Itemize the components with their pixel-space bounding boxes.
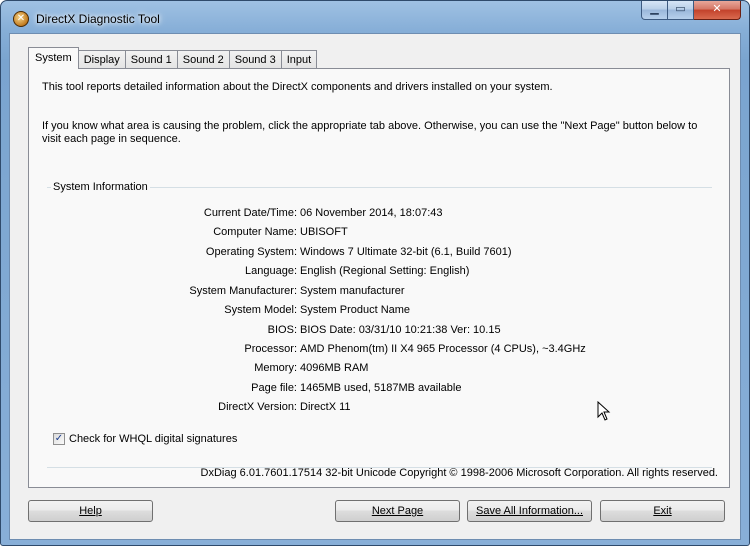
tab-sound-2[interactable]: Sound 2: [176, 50, 230, 69]
maximize-button[interactable]: ▭: [668, 1, 694, 20]
window-title: DirectX Diagnostic Tool: [36, 12, 160, 26]
next-page-button[interactable]: Next Page: [335, 500, 460, 522]
tab-sound-1[interactable]: Sound 1: [124, 50, 178, 69]
info-value: BIOS Date: 03/31/10 10:21:38 Ver: 10.15: [300, 324, 501, 336]
save-all-information-button[interactable]: Save All Information...: [467, 500, 592, 522]
info-row-directx-version: DirectX Version: DirectX 11: [29, 401, 729, 415]
info-label: Current Date/Time:: [203, 207, 297, 219]
intro-text: This tool reports detailed information a…: [42, 81, 553, 93]
client-area: System Display Sound 1 Sound 2 Sound 3 I…: [9, 33, 741, 540]
info-value: UBISOFT: [300, 226, 348, 238]
info-label: Operating System:: [205, 246, 297, 258]
info-row-date: Current Date/Time: 06 November 2014, 18:…: [29, 207, 729, 221]
info-row-bios: BIOS: BIOS Date: 03/31/10 10:21:38 Ver: …: [29, 324, 729, 338]
info-row-os: Operating System: Windows 7 Ultimate 32-…: [29, 246, 729, 260]
minimize-button[interactable]: ▁: [641, 1, 668, 20]
info-label: System Model:: [224, 304, 297, 316]
info-value: 4096MB RAM: [300, 362, 369, 374]
info-row-memory: Memory: 4096MB RAM: [29, 362, 729, 376]
info-value: 1465MB used, 5187MB available: [300, 382, 462, 394]
system-info-heading: System Information: [51, 181, 150, 193]
info-row-model: System Model: System Product Name: [29, 304, 729, 318]
directx-icon: ✕: [13, 11, 29, 27]
close-button[interactable]: ✕: [694, 1, 741, 20]
info-label: Page file:: [251, 382, 297, 394]
save-all-button-label: Save All Information...: [476, 505, 583, 517]
whql-checkbox[interactable]: ✓: [53, 433, 65, 445]
info-value: System manufacturer: [300, 285, 405, 297]
info-value: DirectX 11: [300, 401, 351, 413]
instructions-text: If you know what area is causing the pro…: [42, 120, 698, 145]
info-label: DirectX Version:: [218, 401, 297, 413]
tab-input[interactable]: Input: [280, 50, 318, 69]
info-label: Memory:: [254, 362, 297, 374]
help-button[interactable]: Help: [28, 500, 153, 522]
info-value: English (Regional Setting: English): [300, 265, 470, 277]
info-row-processor: Processor: AMD Phenom(tm) II X4 965 Proc…: [29, 343, 729, 357]
exit-button[interactable]: Exit: [600, 500, 725, 522]
info-value: System Product Name: [300, 304, 411, 316]
dxdiag-window: ✕ DirectX Diagnostic Tool ▁ ▭ ✕ System D…: [0, 0, 750, 546]
info-label: BIOS:: [267, 324, 297, 336]
info-value: Windows 7 Ultimate 32-bit (6.1, Build 76…: [300, 246, 512, 258]
tab-sound-3[interactable]: Sound 3: [228, 50, 282, 69]
help-button-label: Help: [79, 505, 102, 517]
info-row-language: Language: English (Regional Setting: Eng…: [29, 265, 729, 279]
tab-system[interactable]: System: [28, 47, 79, 69]
mouse-cursor-icon: [597, 401, 611, 421]
info-label: System Manufacturer:: [189, 285, 297, 297]
info-value: AMD Phenom(tm) II X4 965 Processor (4 CP…: [300, 343, 586, 355]
exit-button-label: Exit: [653, 505, 672, 517]
tab-strip: System Display Sound 1 Sound 2 Sound 3 I…: [28, 47, 318, 69]
system-tab-panel: This tool reports detailed information a…: [28, 68, 730, 488]
info-row-computer-name: Computer Name: UBISOFT: [29, 226, 729, 240]
copyright-text: DxDiag 6.01.7601.17514 32-bit Unicode Co…: [200, 467, 718, 479]
next-page-button-label: Next Page: [371, 505, 424, 517]
caption-buttons: ▁ ▭ ✕: [641, 1, 741, 21]
title-bar[interactable]: ✕ DirectX Diagnostic Tool ▁ ▭ ✕: [1, 1, 749, 33]
info-label: Computer Name:: [213, 226, 297, 238]
info-row-manufacturer: System Manufacturer: System manufacturer: [29, 285, 729, 299]
tab-display[interactable]: Display: [77, 50, 126, 69]
info-label: Language:: [245, 265, 297, 277]
info-row-page-file: Page file: 1465MB used, 5187MB available: [29, 382, 729, 396]
info-value: 06 November 2014, 18:07:43: [300, 207, 443, 219]
info-label: Processor:: [244, 343, 297, 355]
whql-checkbox-label[interactable]: Check for WHQL digital signatures: [69, 433, 237, 445]
